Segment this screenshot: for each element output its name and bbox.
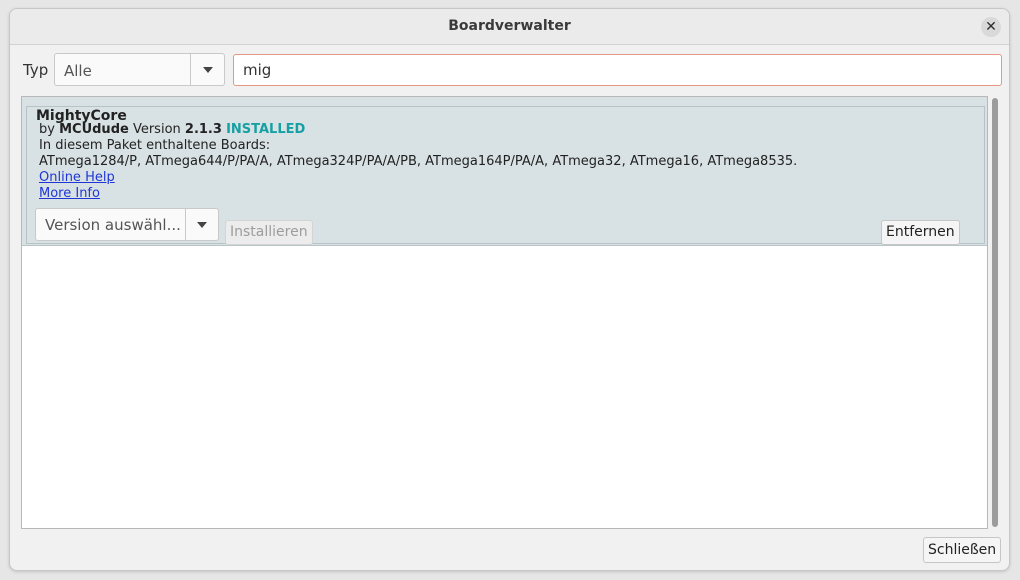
- by-label: by: [39, 122, 55, 137]
- online-help-link[interactable]: Online Help: [39, 170, 115, 185]
- package-author: MCUdude: [59, 122, 129, 137]
- boards-manager-dialog: Boardverwalter ✕ Typ Alle MightyCore by …: [9, 8, 1010, 571]
- boards-list-text: ATmega1284/P, ATmega644/P/PA/A, ATmega32…: [39, 154, 798, 169]
- chevron-down-icon: [197, 221, 207, 228]
- type-filter-select[interactable]: Alle: [54, 53, 225, 86]
- more-info-link[interactable]: More Info: [39, 186, 100, 201]
- scrollbar-thumb[interactable]: [992, 98, 998, 527]
- chevron-down-icon: [202, 66, 213, 73]
- version-select-placeholder: Version auswähl...: [45, 216, 181, 234]
- close-dialog-button[interactable]: Schließen: [923, 537, 1002, 563]
- list-scrollbar[interactable]: [990, 98, 1000, 528]
- boards-list[interactable]: MightyCore by MCUdude Version 2.1.3 INST…: [21, 96, 988, 529]
- version-dropdown-button[interactable]: [185, 209, 218, 240]
- search-input[interactable]: [233, 54, 1002, 86]
- package-author-line: by MCUdude Version 2.1.3 INSTALLED: [39, 122, 305, 137]
- titlebar: Boardverwalter ✕: [10, 9, 1009, 45]
- close-window-button[interactable]: ✕: [981, 17, 1001, 37]
- boards-heading: In diesem Paket enthaltene Boards:: [39, 138, 271, 153]
- version-label: Version: [132, 122, 181, 137]
- window-title: Boardverwalter: [448, 18, 571, 34]
- type-filter-value: Alle: [64, 62, 92, 80]
- type-filter-dropdown-button[interactable]: [190, 54, 224, 85]
- close-icon: ✕: [985, 19, 997, 35]
- installed-status: INSTALLED: [226, 122, 306, 137]
- package-version: 2.1.3: [184, 122, 222, 137]
- remove-button[interactable]: Entfernen: [881, 220, 960, 245]
- type-filter-label: Typ: [23, 61, 49, 79]
- version-select[interactable]: Version auswähl...: [35, 208, 219, 241]
- install-button[interactable]: Installieren: [225, 220, 313, 245]
- board-package-entry[interactable]: MightyCore by MCUdude Version 2.1.3 INST…: [22, 97, 987, 246]
